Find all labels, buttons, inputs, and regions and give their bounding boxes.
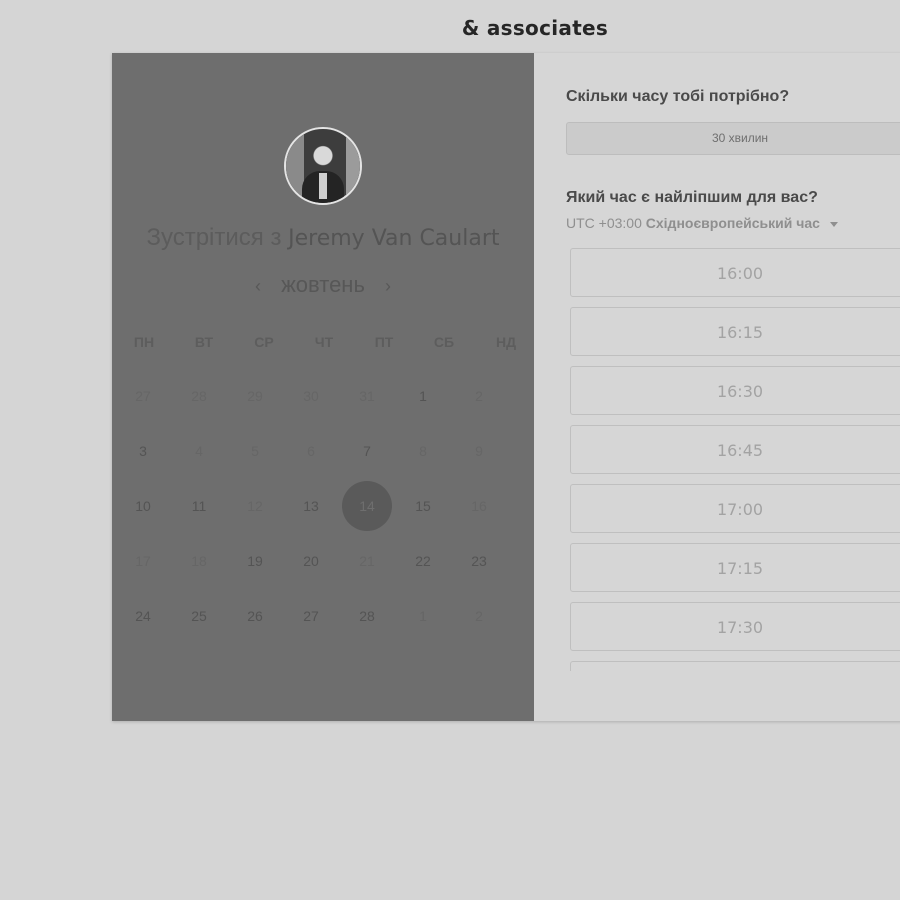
calendar-day[interactable]: 24 bbox=[118, 591, 168, 641]
time-slot-list: 16:00 16:15 16:30 16:45 17:00 17:15 17:3… bbox=[570, 248, 900, 671]
brand-logo-mark bbox=[466, 0, 586, 2]
next-month-icon[interactable]: › bbox=[371, 276, 405, 296]
calendar-day: 21 bbox=[359, 553, 375, 569]
calendar-day[interactable]: 27 bbox=[286, 591, 336, 641]
calendar-day[interactable]: 15 bbox=[398, 481, 448, 531]
meet-prefix: Зустрітися з bbox=[146, 224, 282, 251]
calendar-day[interactable]: 25 bbox=[174, 591, 224, 641]
time-slot-button[interactable]: 16:45 bbox=[570, 425, 900, 474]
time-slot-button[interactable] bbox=[570, 661, 900, 671]
calendar-day-selected[interactable]: 14 bbox=[342, 481, 392, 531]
timezone-name: Східноєвропейський час bbox=[645, 215, 820, 231]
timezone-offset: UTC +03:00 bbox=[566, 215, 642, 231]
weekday-label: НД bbox=[495, 334, 517, 350]
meet-title: Зустрітися з Jeremy Van Caulart bbox=[112, 224, 534, 252]
time-slot-button[interactable]: 17:15 bbox=[570, 543, 900, 592]
month-label: жовтень bbox=[281, 272, 365, 297]
calendar-day: 5 bbox=[251, 443, 259, 459]
calendar-day: 17 bbox=[135, 553, 151, 569]
calendar-day: 6 bbox=[307, 443, 315, 459]
timezone-selector[interactable]: UTC +03:00 Східноєвропейський час bbox=[566, 215, 838, 231]
booking-card: Зустрітися з Jeremy Van Caulart ‹ жовтен… bbox=[112, 53, 900, 721]
calendar-day[interactable]: 28 bbox=[342, 591, 392, 641]
time-slot-button[interactable]: 16:00 bbox=[570, 248, 900, 297]
calendar-day: 16 bbox=[471, 498, 487, 514]
time-slot-button[interactable]: 17:00 bbox=[570, 484, 900, 533]
calendar-day: 28 bbox=[191, 388, 207, 404]
calendar-day: 9 bbox=[475, 443, 483, 459]
calendar-day: 2 bbox=[475, 608, 483, 624]
calendar-day[interactable]: 23 bbox=[454, 536, 504, 586]
calendar-day: 12 bbox=[247, 498, 263, 514]
calendar-day[interactable]: 13 bbox=[286, 481, 336, 531]
time-slot-button[interactable]: 16:30 bbox=[570, 366, 900, 415]
duration-option-button[interactable]: 30 хвилин bbox=[566, 122, 900, 155]
calendar-day: 4 bbox=[195, 443, 203, 459]
time-slot-button[interactable]: 16:15 bbox=[570, 307, 900, 356]
calendar-day: 8 bbox=[419, 443, 427, 459]
time-question: Який час є найліпшим для вас? bbox=[566, 189, 818, 206]
weekday-label: СР bbox=[254, 334, 274, 350]
calendar-day[interactable]: 20 bbox=[286, 536, 336, 586]
host-avatar bbox=[284, 127, 362, 205]
calendar-day[interactable]: 22 bbox=[398, 536, 448, 586]
calendar-day[interactable]: 19 bbox=[230, 536, 280, 586]
weekday-label: ПТ bbox=[374, 334, 394, 350]
calendar-day: 30 bbox=[303, 388, 319, 404]
brand-name: & associates bbox=[461, 16, 609, 40]
weekday-label: ЧТ bbox=[314, 334, 334, 350]
calendar-day[interactable]: 7 bbox=[342, 426, 392, 476]
calendar-day: 27 bbox=[135, 388, 151, 404]
duration-question: Скільки часу тобі потрібно? bbox=[566, 88, 790, 105]
weekday-label: ПН bbox=[133, 334, 155, 350]
weekday-label: ВТ bbox=[194, 334, 214, 350]
chevron-down-icon bbox=[829, 221, 838, 227]
calendar-day[interactable]: 1 bbox=[398, 371, 448, 421]
calendar-day[interactable]: 3 bbox=[118, 426, 168, 476]
time-slot-button[interactable]: 17:30 bbox=[570, 602, 900, 651]
calendar-day[interactable]: 26 bbox=[230, 591, 280, 641]
calendar-day: 29 bbox=[247, 388, 263, 404]
host-name: Jeremy Van Caulart bbox=[288, 226, 500, 251]
weekday-label: СБ bbox=[433, 334, 455, 350]
month-navigator: ‹ жовтень › bbox=[112, 272, 534, 298]
calendar-day: 31 bbox=[359, 388, 375, 404]
calendar-day: 18 bbox=[191, 553, 207, 569]
calendar-day: 2 bbox=[475, 388, 483, 404]
calendar-day[interactable]: 10 bbox=[118, 481, 168, 531]
calendar-day: 1 bbox=[419, 608, 427, 624]
calendar-day[interactable]: 11 bbox=[174, 481, 224, 531]
prev-month-icon[interactable]: ‹ bbox=[241, 276, 275, 296]
host-calendar-panel: Зустрітися з Jeremy Van Caulart ‹ жовтен… bbox=[112, 53, 534, 721]
time-selection-panel: Скільки часу тобі потрібно? 30 хвилин Як… bbox=[534, 53, 900, 721]
